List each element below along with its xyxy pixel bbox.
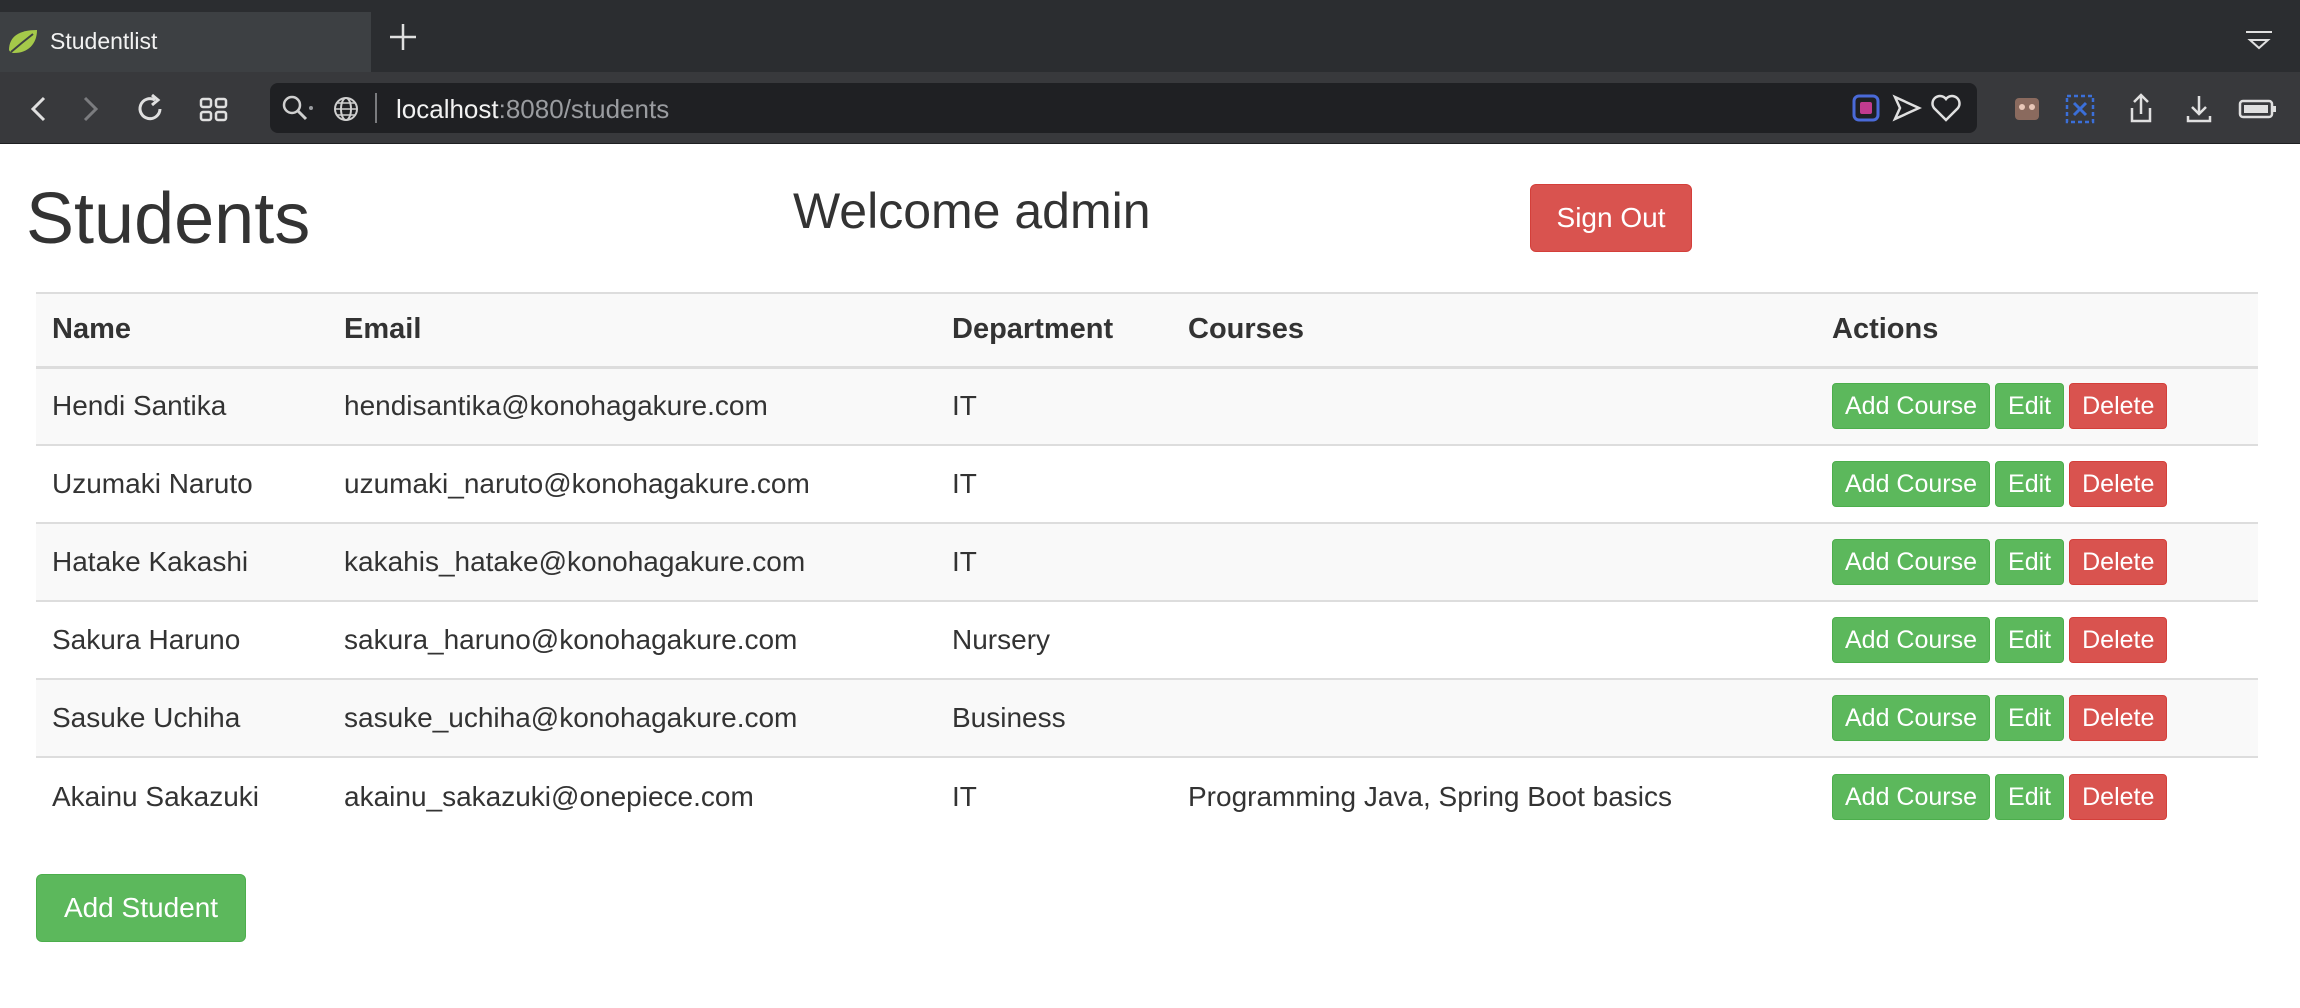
cell-name: Uzumaki Naruto	[36, 444, 328, 523]
delete-button[interactable]: Delete	[2069, 617, 2168, 663]
share-icon[interactable]	[2124, 92, 2158, 126]
table-row: Hendi Santika hendisantika@konohagakure.…	[36, 366, 2258, 445]
edit-button[interactable]: Edit	[1995, 695, 2065, 741]
delete-button[interactable]: Delete	[2069, 695, 2168, 741]
cell-email: akainu_sakazuki@onepiece.com	[328, 756, 936, 835]
extension-capture-icon[interactable]	[2063, 92, 2097, 126]
cell-actions: Add Course Edit Delete	[1816, 756, 2258, 835]
add-course-button[interactable]: Add Course	[1832, 383, 1991, 430]
header-actions: Actions	[1816, 292, 2258, 369]
cell-name: Sasuke Uchiha	[36, 678, 328, 757]
cell-email: sasuke_uchiha@konohagakure.com	[328, 678, 936, 757]
add-course-button[interactable]: Add Course	[1832, 773, 1991, 820]
tab-overview-icon[interactable]	[2244, 28, 2274, 52]
add-course-button[interactable]: Add Course	[1832, 539, 1991, 585]
cell-actions: Add Course Edit Delete	[1816, 366, 2258, 445]
cell-actions: Add Course Edit Delete	[1816, 522, 2258, 601]
delete-button[interactable]: Delete	[2069, 383, 2168, 430]
tab-title: Studentlist	[50, 28, 158, 54]
add-student-button[interactable]: Add Student	[36, 874, 246, 942]
cell-name: Sakura Haruno	[36, 600, 328, 679]
cell-department: IT	[936, 444, 1172, 523]
cell-department: Business	[936, 678, 1172, 757]
back-icon[interactable]	[22, 92, 56, 126]
address-bar[interactable]: localhost:8080/students	[270, 83, 1977, 133]
cell-email: kakahis_hatake@konohagakure.com	[328, 522, 936, 601]
download-icon[interactable]	[2182, 92, 2216, 126]
url-path: :8080/students	[498, 94, 670, 124]
header-name: Name	[36, 292, 328, 369]
edit-button[interactable]: Edit	[1995, 383, 2065, 430]
cell-courses	[1172, 678, 1816, 757]
forward-icon[interactable]	[73, 92, 107, 126]
cell-courses	[1172, 600, 1816, 679]
cell-name: Hatake Kakashi	[36, 522, 328, 601]
cell-department: IT	[936, 522, 1172, 601]
url-text[interactable]: localhost:8080/students	[396, 94, 669, 125]
send-icon[interactable]	[1892, 94, 1922, 122]
cell-actions: Add Course Edit Delete	[1816, 678, 2258, 757]
edit-button[interactable]: Edit	[1995, 461, 2065, 507]
edit-button[interactable]: Edit	[1995, 617, 2065, 663]
cell-email: sakura_haruno@konohagakure.com	[328, 600, 936, 679]
table-row: Hatake Kakashi kakahis_hatake@konohagaku…	[36, 522, 2258, 601]
table-row: Sakura Haruno sakura_haruno@konohagakure…	[36, 600, 2258, 679]
sign-out-button[interactable]: Sign Out	[1530, 184, 1692, 252]
cell-name: Akainu Sakazuki	[36, 756, 328, 835]
cell-department: Nursery	[936, 600, 1172, 679]
header-email: Email	[328, 292, 936, 369]
heart-icon[interactable]	[1930, 93, 1962, 123]
table-row: Sasuke Uchiha sasuke_uchiha@konohagakure…	[36, 678, 2258, 757]
spring-leaf-icon	[9, 30, 37, 53]
reload-icon[interactable]	[133, 92, 167, 126]
browser-toolbar: localhost:8080/students	[0, 72, 2300, 144]
page-title: Students	[26, 179, 311, 259]
url-host: localhost	[396, 94, 499, 124]
cell-actions: Add Course Edit Delete	[1816, 600, 2258, 679]
add-course-button[interactable]: Add Course	[1832, 461, 1991, 507]
cell-actions: Add Course Edit Delete	[1816, 444, 2258, 523]
delete-button[interactable]: Delete	[2069, 461, 2168, 507]
table-row: Akainu Sakazuki akainu_sakazuki@onepiece…	[36, 756, 2258, 835]
cell-department: IT	[936, 366, 1172, 445]
battery-icon	[2238, 99, 2276, 119]
new-tab-icon[interactable]	[386, 20, 420, 54]
welcome-message: Welcome admin	[793, 183, 1151, 239]
add-course-button[interactable]: Add Course	[1832, 695, 1991, 741]
site-info-icon[interactable]	[280, 93, 314, 123]
browser-tab[interactable]: Studentlist	[0, 12, 371, 72]
extension-robot-icon[interactable]	[2010, 92, 2044, 126]
students-table: Name Email Department Courses Actions He…	[36, 292, 2258, 835]
header-department: Department	[936, 292, 1172, 369]
delete-button[interactable]: Delete	[2069, 539, 2168, 585]
cell-courses	[1172, 444, 1816, 523]
table-row: Uzumaki Naruto uzumaki_naruto@konohagaku…	[36, 444, 2258, 523]
cell-courses: Programming Java, Spring Boot basics	[1172, 756, 1816, 835]
cell-courses	[1172, 366, 1816, 445]
globe-icon	[334, 97, 358, 121]
add-course-button[interactable]: Add Course	[1832, 617, 1991, 663]
table-header-row: Name Email Department Courses Actions	[36, 292, 2258, 369]
edit-button[interactable]: Edit	[1995, 773, 2065, 820]
cell-email: hendisantika@konohagakure.com	[328, 366, 936, 445]
cell-name: Hendi Santika	[36, 366, 328, 445]
delete-button[interactable]: Delete	[2069, 773, 2168, 820]
cell-department: IT	[936, 756, 1172, 835]
cell-email: uzumaki_naruto@konohagakure.com	[328, 444, 936, 523]
page-content: Students Welcome admin Sign Out Name Ema…	[0, 144, 2300, 1008]
extension-icon[interactable]	[1850, 92, 1882, 124]
cell-courses	[1172, 522, 1816, 601]
speed-dial-icon[interactable]	[197, 92, 231, 126]
header-courses: Courses	[1172, 292, 1816, 369]
url-separator	[375, 93, 377, 123]
browser-tab-bar: Studentlist	[0, 0, 2300, 72]
edit-button[interactable]: Edit	[1995, 539, 2065, 585]
